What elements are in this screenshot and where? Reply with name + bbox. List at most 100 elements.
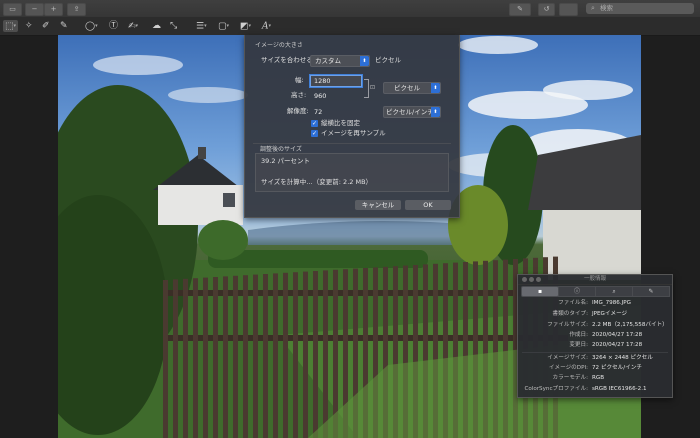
row-key: カラーモデル: <box>552 375 588 381</box>
inspector-title: 一般情報 <box>583 276 606 282</box>
fit-into-label: サイズを合わせる: <box>261 56 315 64</box>
fence-picket <box>253 274 258 438</box>
dialog-title: イメージの大きさ <box>255 42 303 49</box>
fit-into-popup[interactable]: カスタム ⬍ <box>310 55 370 67</box>
width-label: 幅: <box>295 76 304 84</box>
zoom-out-button[interactable]: − <box>25 3 44 16</box>
row-key: イメージサイズ: <box>547 355 588 361</box>
width-field[interactable]: 1280 <box>310 75 362 87</box>
row-value: RGB <box>592 375 605 381</box>
shapes-icon[interactable]: ◯▾ <box>85 20 98 32</box>
height-value: 960 <box>314 92 327 100</box>
tab-general[interactable]: ▪ <box>521 286 559 297</box>
fence-picket <box>273 273 278 438</box>
checkmark-icon: ✓ <box>311 120 318 127</box>
fence-picket <box>223 276 228 438</box>
sign-icon[interactable]: ✍▾ <box>128 20 138 32</box>
selection-tools-icon[interactable]: ⬚▾ <box>3 20 19 32</box>
sidebar-icon: ▭ <box>9 5 16 13</box>
width-value: 1280 <box>314 77 331 85</box>
resolution-label: 解像度: <box>287 107 309 115</box>
rotate-icon: ↺ <box>543 5 550 13</box>
zoom-in-icon: + <box>50 5 57 13</box>
info-icon: ⓘ <box>573 288 580 295</box>
fence-picket <box>313 271 318 438</box>
proportion-link-bracket <box>364 79 369 98</box>
cancel-button[interactable]: キャンセル <box>355 200 401 210</box>
zoom-out-icon: − <box>31 5 38 13</box>
tab-info[interactable]: ⓘ <box>558 286 596 297</box>
adjust-color-icon[interactable]: ☁ <box>152 20 161 32</box>
lock-icon[interactable]: ⊡ <box>370 84 375 91</box>
inspector-panel: 一般情報 ▪ ⓘ ⌕ ✎ ファイル名: IMG_7986.JPG 書類のタイプ:… <box>517 274 673 398</box>
ok-button[interactable]: OK <box>405 200 451 210</box>
image-size-dialog: イメージの大きさ サイズを合わせる: カスタム ⬍ ピクセル 幅: 1280 高… <box>244 35 460 218</box>
inspector-tabs: ▪ ⓘ ⌕ ✎ <box>521 286 670 297</box>
row-value: 2020/04/27 17:28 <box>592 342 643 348</box>
text-style-icon[interactable]: A▾ <box>262 20 271 32</box>
row-key: ファイルサイズ: <box>547 322 588 328</box>
row-key: ColorSyncプロファイル: <box>524 386 588 392</box>
result-box: 39.2 パーセント サイズを計算中…（変更前: 2.2 MB） <box>255 153 449 192</box>
result-percent: 39.2 パーセント <box>261 157 311 165</box>
fence-picket <box>213 277 218 438</box>
fence-picket <box>183 278 188 438</box>
fence-picket <box>293 272 298 438</box>
fence-picket <box>203 277 208 438</box>
height-label: 高さ: <box>291 91 307 99</box>
text-icon[interactable]: Ⓣ <box>109 20 118 32</box>
search-field[interactable]: ⌕ 検索 <box>586 3 694 14</box>
fence-picket <box>323 270 328 438</box>
fence-picket <box>193 278 198 438</box>
height-field[interactable]: 960 <box>310 90 362 102</box>
row-key: 作成日: <box>569 332 588 338</box>
shape-style-icon[interactable]: ☰▾ <box>196 20 207 32</box>
proportional-checkbox[interactable]: ✓ <box>311 120 318 127</box>
fit-into-unit: ピクセル <box>375 56 401 64</box>
resolution-unit-popup[interactable]: ピクセル/インチ ⬍ <box>383 106 441 118</box>
zoom-in-button[interactable]: + <box>44 3 63 16</box>
pen-tip-icon: ✎ <box>517 5 523 13</box>
border-color-icon[interactable]: ▢▾ <box>218 20 229 32</box>
divider <box>522 352 668 353</box>
checkmark-icon: ✓ <box>311 130 318 137</box>
fence-picket <box>243 275 248 438</box>
info-button[interactable] <box>559 3 578 16</box>
row-key: 書類のタイプ: <box>552 311 588 317</box>
fill-color-icon[interactable]: ◩▾ <box>240 20 251 32</box>
share-icon: ⇪ <box>73 5 80 13</box>
sidebar-toggle-button[interactable]: ▭ <box>3 3 22 16</box>
tab-annotations[interactable]: ✎ <box>632 286 670 297</box>
markup-toolbar: ⬚▾ ✧ ✐ ✎ ◯▾ Ⓣ ✍▾ ☁ ⤡ ☰▾ ▢▾ ◩▾ A▾ <box>0 17 700 36</box>
sketch-icon[interactable]: ✐ <box>42 20 50 32</box>
row-value: 72 ピクセル/インチ <box>592 365 642 371</box>
chevron-updown-icon: ⬍ <box>431 107 440 117</box>
adjust-size-icon[interactable]: ⤡ <box>170 20 177 32</box>
fence-picket <box>173 279 178 438</box>
row-value: 2.2 MB（2,175,558バイト） <box>592 322 668 328</box>
pencil-icon: ✎ <box>648 288 654 295</box>
resample-label: イメージを再サンプル <box>321 129 386 137</box>
divider <box>253 143 451 144</box>
resolution-value: 72 <box>314 108 323 116</box>
draw-icon[interactable]: ✎ <box>60 20 68 32</box>
size-unit-value: ピクセル <box>394 84 420 92</box>
file-icon: ▪ <box>537 288 543 295</box>
result-size: サイズを計算中…（変更前: 2.2 MB） <box>261 178 373 186</box>
rotate-button[interactable]: ↺ <box>538 3 555 16</box>
row-value: 3264 × 2448 ピクセル <box>592 355 653 361</box>
proportional-label: 縦横比を固定 <box>321 119 360 127</box>
window-toolbar: ▭ − + ⇪ ✎ ↺ ⌕ 検索 <box>0 0 700 18</box>
row-key: 変更日: <box>569 342 588 348</box>
markup-toggle-button[interactable]: ✎ <box>509 3 531 16</box>
tab-keywords[interactable]: ⌕ <box>595 286 633 297</box>
chevron-updown-icon: ⬍ <box>360 56 369 66</box>
fence-picket <box>283 272 288 438</box>
resolution-field[interactable]: 72 <box>310 106 362 118</box>
instant-alpha-icon[interactable]: ✧ <box>25 20 33 32</box>
resample-checkbox[interactable]: ✓ <box>311 130 318 137</box>
size-unit-popup[interactable]: ピクセル ⬍ <box>383 82 441 94</box>
share-button[interactable]: ⇪ <box>67 3 86 16</box>
magnifier-icon: ⌕ <box>591 4 595 12</box>
row-key: ファイル名: <box>558 300 588 306</box>
